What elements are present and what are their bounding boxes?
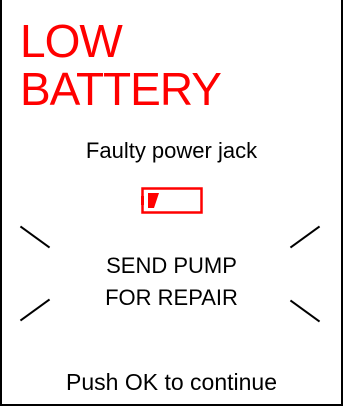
alert-subtitle: Faulty power jack <box>85 138 258 163</box>
screen-border-left <box>0 0 2 406</box>
alert-ray-top-right <box>289 225 321 249</box>
repair-message-line-1: SEND PUMP <box>106 253 237 278</box>
alert-title-line-2: BATTERY <box>20 63 222 115</box>
low-battery-icon <box>141 187 203 214</box>
alert-title-line-1: LOW <box>20 15 123 67</box>
alert-ray-top-left <box>19 225 51 249</box>
pump-alert-screen: LOW BATTERY Faulty power jack SEND PUMP … <box>0 0 343 406</box>
repair-message-line-2: FOR REPAIR <box>105 285 238 310</box>
continue-instruction: Push OK to continue <box>66 369 277 395</box>
